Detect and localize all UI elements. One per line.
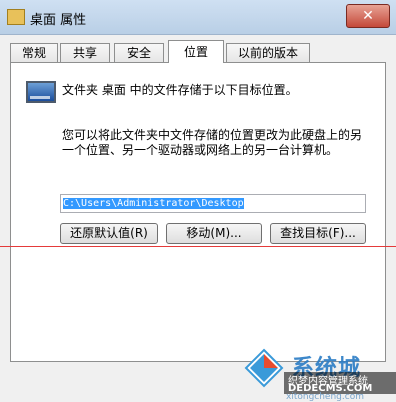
path-input[interactable]: C:\Users\Administrator\Desktop [60, 194, 366, 213]
tab-general[interactable]: 常规 [10, 43, 58, 62]
move-button[interactable]: 移动(M)... [166, 223, 262, 244]
watermark-logo-icon [244, 348, 284, 388]
close-button[interactable]: ✕ [346, 4, 390, 28]
title-bar[interactable]: 桌面 属性 ✕ [0, 0, 396, 35]
tab-location[interactable]: 位置 [168, 40, 224, 63]
tab-previous-versions[interactable]: 以前的版本 [226, 43, 310, 62]
annotation-divider [0, 246, 396, 247]
path-value: C:\Users\Administrator\Desktop [63, 198, 244, 209]
folder-icon [7, 9, 25, 25]
location-heading: 文件夹 桌面 中的文件存储于以下目标位置。 [62, 83, 298, 97]
location-description: 您可以将此文件夹中文件存储的位置更改为此硬盘上的另一个位置、另一个驱动器或网络上… [62, 128, 363, 157]
desktop-folder-icon [26, 81, 56, 103]
tab-sharing[interactable]: 共享 [60, 43, 110, 62]
restore-default-button[interactable]: 还原默认值(R) [60, 223, 158, 244]
watermark-site: xitongcheng.com [286, 392, 364, 402]
find-target-button[interactable]: 查找目标(F)... [270, 223, 366, 244]
tab-bar: 常规 共享 安全 位置 以前的版本 [10, 40, 390, 63]
tab-security[interactable]: 安全 [114, 43, 164, 62]
window-title: 桌面 属性 [30, 13, 87, 28]
